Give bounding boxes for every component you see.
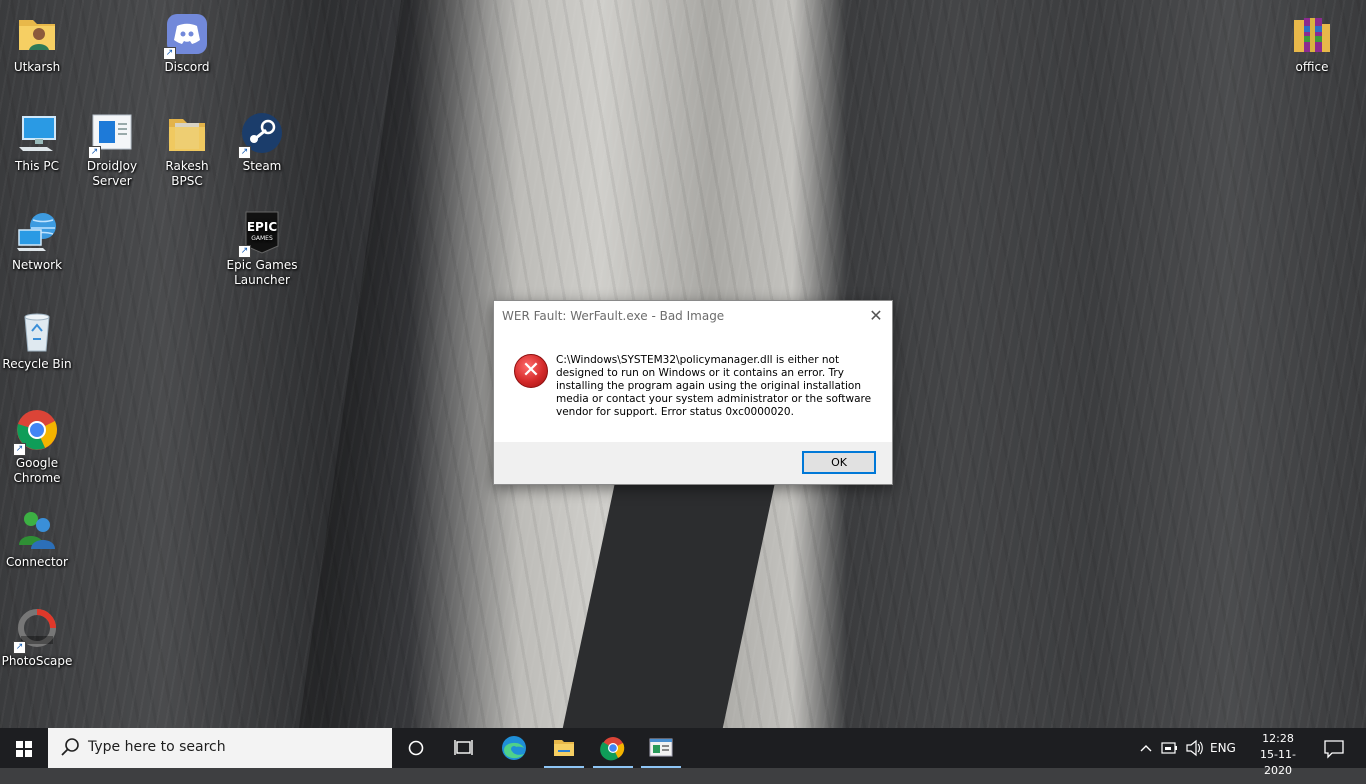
desktop-icon-this-pc[interactable]: This PC	[0, 101, 74, 193]
taskbar-file-explorer[interactable]	[540, 728, 588, 768]
taskbar: Type here to search ENG 12:28 15-11-2020	[0, 728, 1366, 777]
taskbar-clock[interactable]: 12:28 15-11-2020	[1250, 731, 1306, 779]
epic-games-icon: EPIC GAMES ↗	[238, 210, 284, 258]
desktop-icon-label: Google Chrome	[13, 456, 61, 485]
desktop-icon-label: Discord	[164, 60, 210, 74]
desktop-icon-label: Network	[11, 258, 63, 272]
shortcut-arrow-icon: ↗	[13, 641, 26, 654]
desktop-icon-label: Utkarsh	[13, 60, 61, 74]
action-center-button[interactable]	[1320, 728, 1348, 768]
desktop-icon-label: Steam	[242, 159, 282, 173]
desktop-icon-discord[interactable]: ↗ Discord	[150, 2, 224, 94]
droidjoy-icon: ↗	[88, 111, 134, 159]
connector-icon	[15, 507, 59, 551]
desktop-icon-label: Rakesh BPSC	[165, 159, 209, 188]
battery-network-icon	[1161, 742, 1177, 754]
desktop-icon-steam[interactable]: ↗ Steam	[225, 101, 299, 193]
shortcut-arrow-icon: ↗	[13, 443, 26, 456]
close-icon[interactable]: ✕	[866, 306, 886, 326]
dialog-title: WER Fault: WerFault.exe - Bad Image	[502, 309, 725, 323]
error-dialog: WER Fault: WerFault.exe - Bad Image ✕ ✕ …	[493, 300, 893, 485]
desktop-icon-utkarsh[interactable]: Utkarsh	[0, 2, 74, 94]
dialog-message: C:\Windows\SYSTEM32\policymanager.dll is…	[556, 354, 872, 418]
windows-logo-icon	[16, 741, 32, 757]
steam-icon: ↗	[238, 111, 284, 159]
show-hidden-icons-button[interactable]	[1138, 728, 1154, 768]
taskbar-search-box[interactable]: Type here to search	[48, 728, 392, 768]
desktop-icon-recycle-bin[interactable]: Recycle Bin	[0, 299, 74, 391]
svg-text:GAMES: GAMES	[251, 235, 273, 242]
desktop-icon-label: office	[1295, 60, 1329, 74]
ok-button[interactable]: OK	[802, 451, 876, 474]
taskbar-edge[interactable]	[490, 728, 538, 768]
desktop-icon-google-chrome[interactable]: ↗ Google Chrome	[0, 398, 74, 490]
app-window-icon	[649, 738, 673, 757]
computer-icon	[15, 111, 59, 155]
shortcut-arrow-icon: ↗	[163, 47, 176, 60]
cortana-circle-icon	[408, 740, 424, 756]
desktop-icon-network[interactable]: Network	[0, 200, 74, 292]
desktop-icon-rakesh-bpsc[interactable]: Rakesh BPSC	[150, 101, 224, 193]
shortcut-arrow-icon: ↗	[88, 146, 101, 159]
clock-time: 12:28	[1262, 732, 1294, 745]
task-view-icon	[454, 740, 473, 755]
user-folder-icon	[15, 12, 59, 56]
edge-icon	[502, 736, 526, 760]
volume-button[interactable]	[1184, 728, 1204, 768]
desktop-icon-label: PhotoScape	[1, 654, 73, 668]
winrar-archive-icon	[1290, 12, 1334, 56]
cortana-button[interactable]	[392, 728, 440, 768]
error-icon: ✕	[514, 354, 548, 388]
language-indicator[interactable]: ENG	[1210, 728, 1240, 768]
power-network-button[interactable]	[1160, 728, 1180, 768]
shortcut-arrow-icon: ↗	[238, 245, 251, 258]
taskbar-chrome[interactable]	[589, 728, 637, 768]
svg-text:EPIC: EPIC	[247, 220, 277, 234]
shortcut-arrow-icon: ↗	[238, 146, 251, 159]
dialog-footer: OK	[494, 442, 892, 484]
desktop-icon-photoscape[interactable]: ↗ PhotoScape	[0, 596, 74, 688]
desktop-icon-label: DroidJoy Server	[86, 159, 138, 188]
speaker-icon	[1186, 739, 1203, 757]
network-icon	[15, 210, 59, 254]
notification-icon	[1324, 740, 1344, 759]
chevron-up-icon	[1140, 745, 1152, 752]
desktop-icon-label: Connector	[6, 555, 68, 569]
desktop-icon-connector[interactable]: Connector	[0, 497, 74, 589]
clock-date: 15-11-2020	[1260, 748, 1296, 777]
discord-icon: ↗	[163, 12, 209, 60]
start-button[interactable]	[0, 728, 48, 768]
task-view-button[interactable]	[440, 728, 488, 768]
search-icon	[61, 738, 79, 756]
chrome-icon	[600, 737, 625, 761]
search-placeholder: Type here to search	[88, 739, 226, 755]
desktop-icon-droidjoy-server[interactable]: ↗ DroidJoy Server	[75, 101, 149, 193]
recycle-bin-icon	[15, 309, 59, 353]
folder-icon	[165, 111, 209, 155]
file-explorer-icon	[554, 740, 574, 756]
taskbar-werfault-window[interactable]	[637, 728, 685, 768]
photoscape-icon: ↗	[13, 606, 59, 654]
desktop-icon-label: Recycle Bin	[2, 357, 72, 371]
chrome-icon: ↗	[13, 408, 59, 456]
desktop-icon-label: This PC	[15, 159, 59, 173]
desktop-icon-epic-games-launcher[interactable]: EPIC GAMES ↗ Epic Games Launcher	[225, 200, 299, 292]
desktop-icon-label: Epic Games Launcher	[226, 258, 298, 287]
desktop-icon-office[interactable]: office	[1275, 2, 1349, 94]
